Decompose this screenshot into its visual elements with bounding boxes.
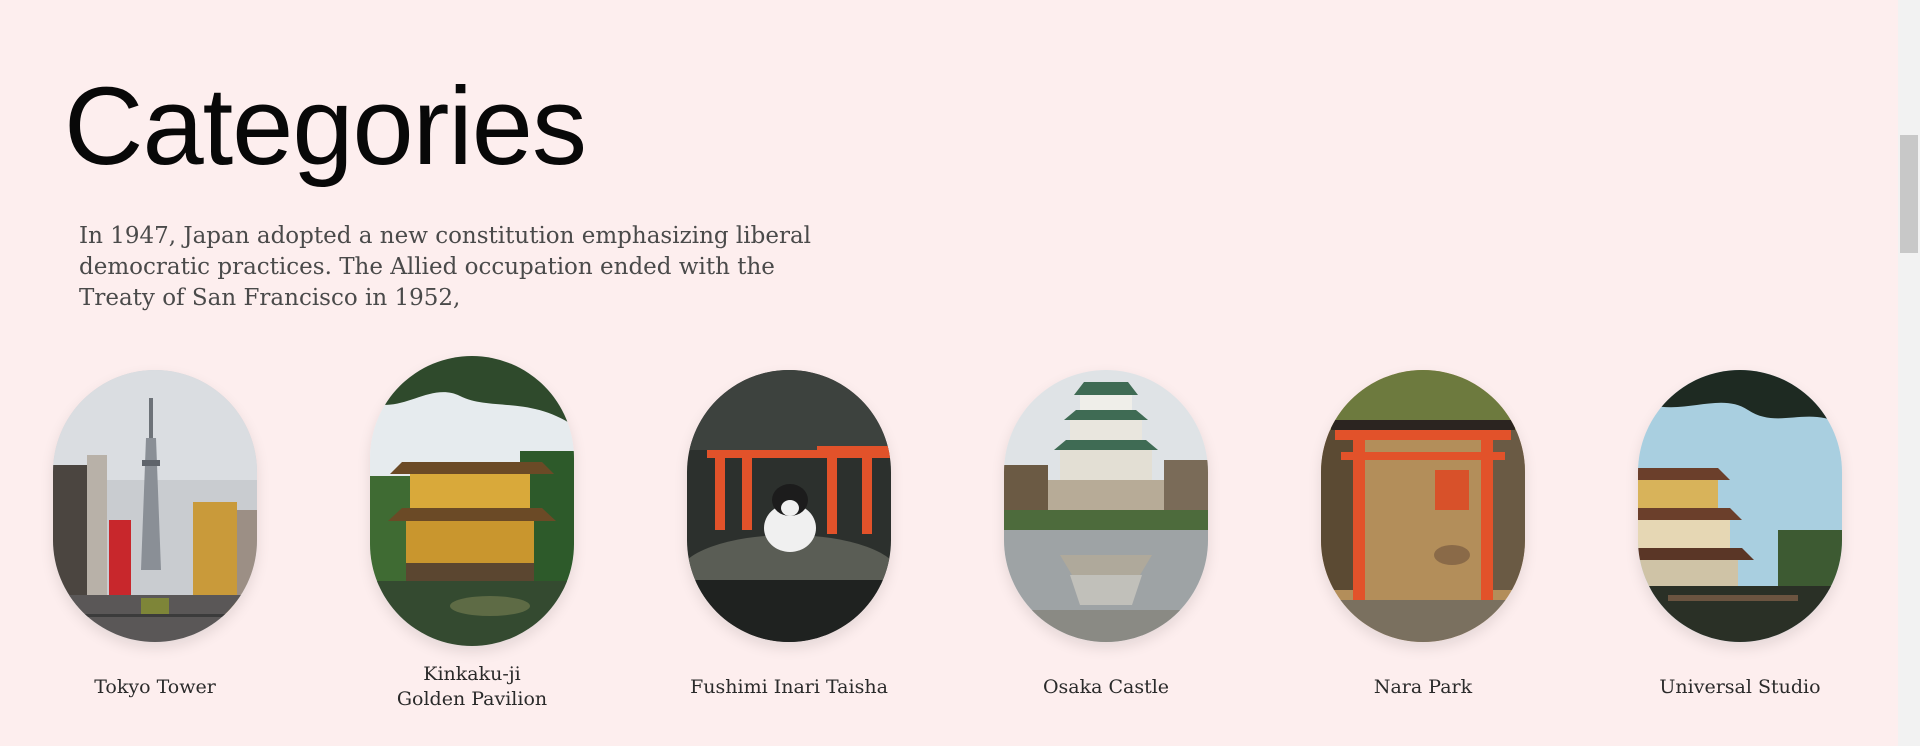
category-card-nara-park[interactable]: Nara Park [1321, 360, 1531, 712]
category-label[interactable]: Tokyo Tower [23, 675, 287, 700]
category-label-line: Kinkaku-ji [423, 663, 521, 685]
section-title: Categories [64, 65, 587, 188]
osaka-castle-image[interactable] [1004, 370, 1208, 642]
nara-park-image[interactable] [1321, 370, 1525, 642]
universal-studio-image[interactable] [1638, 370, 1842, 642]
scrollbar-thumb[interactable] [1900, 135, 1918, 253]
page-scrollbar[interactable] [1898, 0, 1920, 746]
category-label[interactable]: Universal Studio [1608, 675, 1872, 700]
section-intro: In 1947, Japan adopted a new constitutio… [79, 223, 812, 311]
category-card-universal-studio[interactable]: Universal Studio [1638, 360, 1848, 712]
category-card-fushimi-inari[interactable]: Fushimi Inari Taisha [687, 360, 897, 712]
category-label-line: Universal Studio [1659, 676, 1821, 698]
category-label[interactable]: Osaka Castle [974, 675, 1238, 700]
category-label-line: Golden Pavilion [396, 688, 548, 710]
category-card-osaka-castle[interactable]: Osaka Castle [1004, 360, 1214, 712]
kinkaku-ji-image[interactable] [370, 356, 574, 646]
category-card-tokyo-tower[interactable]: Tokyo Tower [53, 360, 263, 712]
tokyo-tower-image[interactable] [53, 370, 257, 642]
category-card-kinkaku-ji[interactable]: Kinkaku-ji Golden Pavilion [370, 356, 580, 712]
category-label-line: Fushimi Inari Taisha [690, 676, 888, 698]
category-label[interactable]: Kinkaku-ji Golden Pavilion [340, 662, 604, 712]
category-label-line: Osaka Castle [1042, 676, 1170, 698]
category-label-line: Tokyo Tower [94, 676, 216, 698]
category-label-line: Nara Park [1373, 676, 1473, 698]
fushimi-inari-image[interactable] [687, 370, 891, 642]
category-label[interactable]: Fushimi Inari Taisha [657, 675, 921, 700]
category-label[interactable]: Nara Park [1291, 675, 1555, 700]
